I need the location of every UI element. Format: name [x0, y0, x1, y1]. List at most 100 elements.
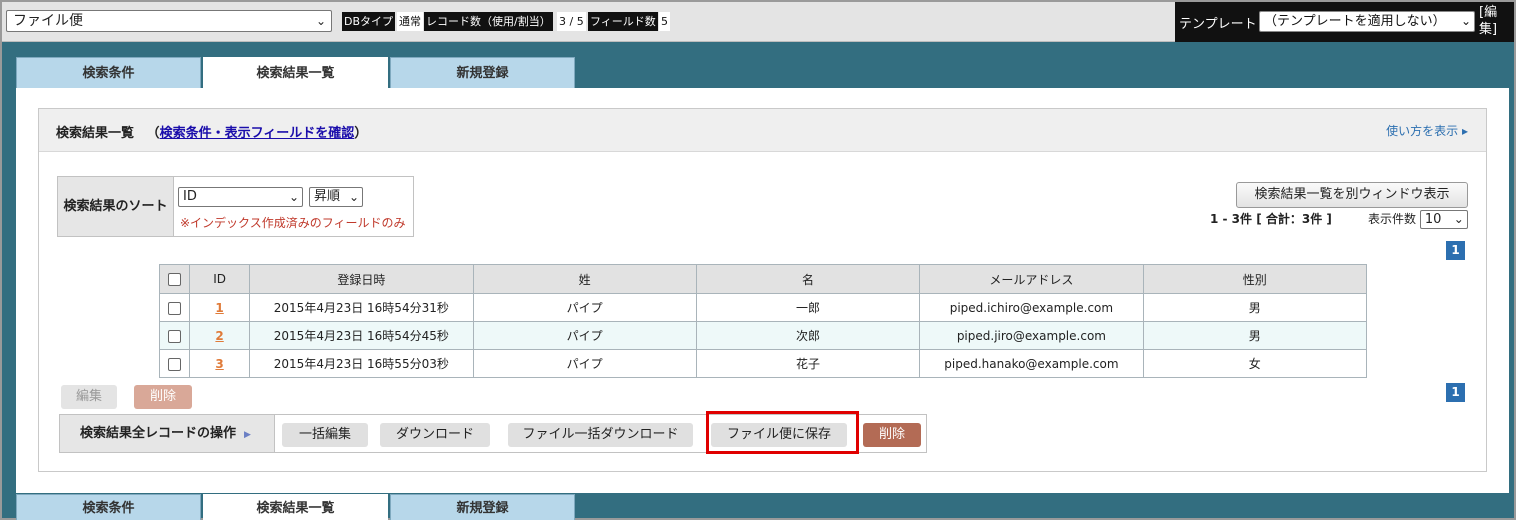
- cell-sex: 男: [1142, 321, 1368, 350]
- delete-selected-button[interactable]: 削除: [134, 385, 192, 409]
- record-id-link[interactable]: 2: [215, 329, 223, 343]
- cell-email: piped.hanako@example.com: [919, 349, 1144, 378]
- cell-date: 2015年4月23日 16時55分03秒: [249, 349, 474, 378]
- results-panel: 検索結果一覧 （検索条件・表示フィールドを確認） 使い方を表示 ▸ 検索結果のソ…: [16, 88, 1509, 493]
- per-page-select[interactable]: 10 ⌄: [1419, 210, 1468, 229]
- bulk-operations-label-text: 検索結果全レコードの操作: [80, 426, 237, 441]
- select-all-checkbox[interactable]: [168, 273, 182, 286]
- template-edit-link[interactable]: [編集]: [1479, 4, 1509, 38]
- bulk-delete-button[interactable]: 削除: [863, 423, 921, 447]
- tab-search-conditions[interactable]: 検索条件: [16, 57, 201, 88]
- open-new-window-button[interactable]: 検索結果一覧を別ウィンドウ表示: [1236, 182, 1468, 208]
- row-select-cell: [158, 293, 191, 322]
- database-select[interactable]: ファイル便 ⌄: [6, 10, 332, 32]
- record-count-label: レコード数（使用/割当）: [424, 12, 553, 31]
- col-id[interactable]: ID: [189, 264, 251, 294]
- row-checkbox[interactable]: [168, 301, 182, 315]
- per-page: 表示件数 10 ⌄: [1368, 210, 1468, 229]
- db-type-label: DBタイプ: [342, 12, 396, 31]
- col-first-name[interactable]: 名: [695, 264, 921, 294]
- triangle-right-icon: ▶: [244, 430, 251, 440]
- cell-id: 3: [189, 349, 251, 378]
- paren-open: （: [146, 126, 160, 141]
- chevron-down-icon: ⌄: [1460, 14, 1471, 28]
- cell-email: piped.jiro@example.com: [919, 321, 1144, 350]
- result-count: 1 - 3件 [ 合計：3件 ]: [1210, 212, 1332, 226]
- bulk-operations-label: 検索結果全レコードの操作 ▶: [60, 415, 275, 452]
- cell-first-name: 花子: [695, 349, 921, 378]
- section-title: 検索結果一覧 （検索条件・表示フィールドを確認）: [56, 122, 367, 141]
- col-email[interactable]: メールアドレス: [919, 264, 1144, 294]
- sort-field-value: ID: [183, 189, 197, 204]
- col-date[interactable]: 登録日時: [249, 264, 474, 294]
- field-count-label: フィールド数: [588, 12, 658, 31]
- sort-label: 検索結果のソート: [58, 177, 174, 236]
- cell-last-name: パイプ: [472, 293, 697, 322]
- per-page-label: 表示件数: [1368, 212, 1417, 226]
- db-type-value: 通常: [397, 12, 423, 31]
- row-select-cell: [158, 321, 191, 350]
- cell-first-name: 一郎: [695, 293, 921, 322]
- template-area: テンプレート （テンプレートを適用しない） ⌄ [編集]: [1175, 2, 1514, 42]
- results-section: 検索結果一覧 （検索条件・表示フィールドを確認） 使い方を表示 ▸ 検索結果のソ…: [38, 108, 1487, 472]
- check-conditions-link[interactable]: 検索条件・表示フィールドを確認: [160, 126, 355, 141]
- sort-order-value: 昇順: [314, 189, 341, 204]
- tab-search-results-bottom[interactable]: 検索結果一覧: [203, 494, 388, 520]
- cell-sex: 男: [1142, 293, 1368, 322]
- record-id-link[interactable]: 1: [215, 301, 223, 315]
- col-last-name[interactable]: 姓: [472, 264, 697, 294]
- section-header: 検索結果一覧 （検索条件・表示フィールドを確認） 使い方を表示 ▸: [39, 109, 1486, 152]
- file-bulk-download-button[interactable]: ファイル一括ダウンロード: [508, 423, 693, 447]
- chevron-down-icon: ⌄: [315, 14, 326, 28]
- row-checkbox[interactable]: [168, 357, 182, 371]
- database-select-value: ファイル便: [13, 13, 83, 29]
- template-select[interactable]: （テンプレートを適用しない） ⌄: [1259, 11, 1475, 32]
- cell-sex: 女: [1142, 349, 1368, 378]
- highlight-box: [706, 411, 859, 454]
- cell-email: piped.ichiro@example.com: [919, 293, 1144, 322]
- record-id-link[interactable]: 3: [215, 357, 223, 371]
- chevron-down-icon: ⌄: [1453, 212, 1464, 226]
- table-header-row: ID 登録日時 姓 名 メールアドレス 性別: [158, 264, 1368, 294]
- chevron-down-icon: ⌄: [288, 190, 299, 204]
- cell-id: 1: [189, 293, 251, 322]
- per-page-value: 10: [1424, 212, 1442, 227]
- cell-last-name: パイプ: [472, 321, 697, 350]
- tab-new-record-bottom[interactable]: 新規登録: [390, 494, 575, 520]
- select-all-cell: [158, 264, 191, 294]
- template-select-value: （テンプレートを適用しない）: [1264, 14, 1446, 29]
- table-row: 1 2015年4月23日 16時54分31秒 パイプ 一郎 piped.ichi…: [158, 293, 1368, 322]
- record-count-value: 3 / 5: [557, 12, 586, 31]
- sort-field-select[interactable]: ID ⌄: [178, 187, 303, 207]
- page-title: 検索結果一覧: [56, 126, 135, 141]
- sort-order-select[interactable]: 昇順 ⌄: [309, 187, 363, 207]
- howto-link[interactable]: 使い方を表示 ▸: [1386, 122, 1468, 139]
- page-number-bottom[interactable]: 1: [1446, 383, 1465, 402]
- results-table: ID 登録日時 姓 名 メールアドレス 性別 1 2015年4月23日 16時5…: [158, 264, 1368, 378]
- edit-selected-button[interactable]: 編集: [61, 385, 117, 409]
- download-button[interactable]: ダウンロード: [380, 423, 490, 447]
- sort-box: 検索結果のソート ID ⌄ 昇順 ⌄ ※インデックス作成済みのフィールドのみ: [57, 176, 414, 237]
- page-number-top[interactable]: 1: [1446, 241, 1465, 260]
- row-checkbox[interactable]: [168, 329, 182, 343]
- col-sex[interactable]: 性別: [1142, 264, 1368, 294]
- sort-note: ※インデックス作成済みのフィールドのみ: [180, 216, 406, 230]
- bulk-edit-button[interactable]: 一括編集: [282, 423, 368, 447]
- tab-search-results[interactable]: 検索結果一覧: [203, 57, 388, 88]
- cell-date: 2015年4月23日 16時54分31秒: [249, 293, 474, 322]
- table-row: 2 2015年4月23日 16時54分45秒 パイプ 次郎 piped.jiro…: [158, 321, 1368, 350]
- template-label: テンプレート: [1179, 17, 1257, 32]
- tab-search-conditions-bottom[interactable]: 検索条件: [16, 494, 201, 520]
- cell-first-name: 次郎: [695, 321, 921, 350]
- field-count-value: 5: [659, 12, 670, 31]
- cell-last-name: パイプ: [472, 349, 697, 378]
- app-frame: ファイル便 ⌄ DBタイプ 通常 レコード数（使用/割当） 3 / 5 フィール…: [0, 0, 1516, 520]
- cell-date: 2015年4月23日 16時54分45秒: [249, 321, 474, 350]
- top-bar: ファイル便 ⌄ DBタイプ 通常 レコード数（使用/割当） 3 / 5 フィール…: [2, 2, 1514, 42]
- chevron-down-icon: ⌄: [348, 190, 359, 204]
- cell-id: 2: [189, 321, 251, 350]
- table-row: 3 2015年4月23日 16時55分03秒 パイプ 花子 piped.hana…: [158, 349, 1368, 378]
- row-select-cell: [158, 349, 191, 378]
- tab-new-record[interactable]: 新規登録: [390, 57, 575, 88]
- paren-close: ）: [354, 126, 368, 141]
